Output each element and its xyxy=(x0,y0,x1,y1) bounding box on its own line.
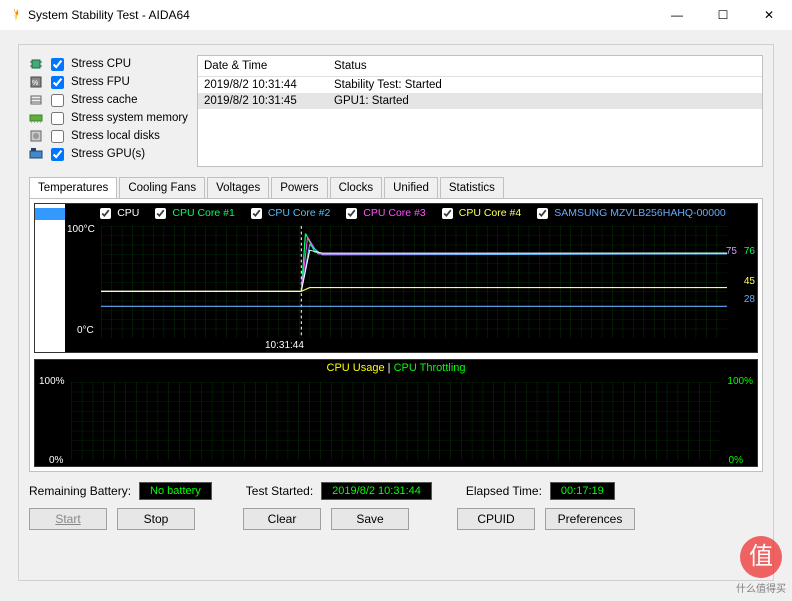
temperature-chart: CPU CPU Core #1 CPU Core #2 CPU Core #3 CPU … xyxy=(34,203,758,353)
u-right-top: 100% xyxy=(727,376,753,387)
minimize-button[interactable]: — xyxy=(654,0,700,30)
check-label: Stress system memory xyxy=(71,112,188,124)
maximize-button[interactable]: ☐ xyxy=(700,0,746,30)
event-status: GPU1: Started xyxy=(334,95,409,107)
close-button[interactable]: ✕ xyxy=(746,0,792,30)
disk-icon xyxy=(29,129,43,143)
event-dt: 2019/8/2 10:31:44 xyxy=(204,79,334,91)
event-header: Date & Time Status xyxy=(198,56,762,77)
reading-75: 75 xyxy=(726,246,737,257)
started-value: 2019/8/2 10:31:44 xyxy=(321,482,432,500)
started-label: Test Started: xyxy=(246,484,313,498)
check-stress-disks[interactable]: Stress local disks xyxy=(29,127,189,145)
temp-legend: CPU CPU Core #1 CPU Core #2 CPU Core #3 CPU … xyxy=(65,204,757,222)
tab-statistics[interactable]: Statistics xyxy=(440,177,504,198)
tab-temperatures[interactable]: Temperatures xyxy=(29,177,117,198)
legend-label: CPU Core #3 xyxy=(363,207,425,219)
check-label: Stress cache xyxy=(71,94,137,106)
legend-label: CPU xyxy=(117,207,139,219)
battery-value: No battery xyxy=(139,482,212,500)
main-frame: Stress CPU % Stress FPU Stress cache Str… xyxy=(18,44,774,581)
cpuid-button[interactable]: CPUID xyxy=(457,508,535,530)
check-stress-memory[interactable]: Stress system memory xyxy=(29,109,189,127)
event-log[interactable]: Date & Time Status 2019/8/2 10:31:44 Sta… xyxy=(197,55,763,167)
tab-body: CPU CPU Core #1 CPU Core #2 CPU Core #3 CPU … xyxy=(29,198,763,472)
legend-item[interactable]: CPU Core #4 xyxy=(438,205,521,222)
event-row[interactable]: 2019/8/2 10:31:45 GPU1: Started xyxy=(198,93,762,109)
u-left-bot: 0% xyxy=(49,455,63,466)
legend-label: CPU Core #1 xyxy=(172,207,234,219)
legend-label: CPU Core #4 xyxy=(459,207,521,219)
reading-45: 45 xyxy=(744,276,755,287)
clear-button[interactable]: Clear xyxy=(243,508,321,530)
reading-28: 28 xyxy=(744,294,755,305)
status-row: Remaining Battery: No battery Test Start… xyxy=(29,482,763,500)
check-stress-fpu[interactable]: % Stress FPU xyxy=(29,73,189,91)
legend-label: SAMSUNG MZVLB256HAHQ-00000 xyxy=(554,207,726,219)
tab-cooling-fans[interactable]: Cooling Fans xyxy=(119,177,205,198)
check-label: Stress local disks xyxy=(71,130,160,142)
start-button[interactable]: Start xyxy=(29,508,107,530)
stress-options: Stress CPU % Stress FPU Stress cache Str… xyxy=(29,55,189,167)
stop-button[interactable]: Stop xyxy=(117,508,195,530)
title-throttling: CPU Throttling xyxy=(394,362,466,374)
reading-76: 76 xyxy=(744,246,755,257)
watermark-text: 什么值得买 xyxy=(736,580,786,595)
gpu-icon xyxy=(29,147,43,161)
battery-label: Remaining Battery: xyxy=(29,484,131,498)
tab-voltages[interactable]: Voltages xyxy=(207,177,269,198)
watermark-badge: 值 xyxy=(740,536,782,578)
window-title: System Stability Test - AIDA64 xyxy=(28,8,190,22)
check-label: Stress GPU(s) xyxy=(71,148,145,160)
check-stress-cache[interactable]: Stress cache xyxy=(29,91,189,109)
legend-item[interactable]: CPU xyxy=(96,205,139,222)
tab-powers[interactable]: Powers xyxy=(271,177,327,198)
u-left-top: 100% xyxy=(39,376,65,387)
usage-title: CPU Usage | CPU Throttling xyxy=(35,360,757,376)
event-status: Stability Test: Started xyxy=(334,79,442,91)
check-label: Stress FPU xyxy=(71,76,130,88)
chart-tabs: Temperatures Cooling Fans Voltages Power… xyxy=(29,177,763,198)
y-min: 0°C xyxy=(77,325,94,336)
check-stress-cpu[interactable]: Stress CPU xyxy=(29,55,189,73)
y-max: 100°C xyxy=(67,224,95,235)
memory-icon xyxy=(29,111,43,125)
legend-item[interactable]: CPU Core #3 xyxy=(342,205,425,222)
elapsed-value: 00:17:19 xyxy=(550,482,615,500)
cache-icon xyxy=(29,93,43,107)
check-label: Stress CPU xyxy=(71,58,131,70)
elapsed-label: Elapsed Time: xyxy=(466,484,542,498)
save-button[interactable]: Save xyxy=(331,508,409,530)
sensor-list-bar[interactable] xyxy=(35,204,65,352)
col-status: Status xyxy=(334,60,367,72)
app-icon xyxy=(8,8,22,22)
usage-plot-svg xyxy=(71,382,721,460)
fpu-icon: % xyxy=(29,75,43,89)
watermark: 值 什么值得买 xyxy=(736,536,786,595)
tab-clocks[interactable]: Clocks xyxy=(330,177,383,198)
title-usage: CPU Usage xyxy=(327,362,385,374)
legend-label: CPU Core #2 xyxy=(268,207,330,219)
button-row: Start Stop Clear Save CPUID Preferences xyxy=(29,508,763,530)
check-stress-gpu[interactable]: Stress GPU(s) xyxy=(29,145,189,163)
cpu-usage-chart: CPU Usage | CPU Throttling 100% 0% 100% … xyxy=(34,359,758,467)
svg-text:%: % xyxy=(32,80,38,87)
event-dt: 2019/8/2 10:31:45 xyxy=(204,95,334,107)
legend-item[interactable]: SAMSUNG MZVLB256HAHQ-00000 xyxy=(533,205,726,222)
x-marker: 10:31:44 xyxy=(265,340,304,351)
cpu-icon xyxy=(29,57,43,71)
title-bar: System Stability Test - AIDA64 — ☐ ✕ xyxy=(0,0,792,30)
legend-item[interactable]: CPU Core #2 xyxy=(247,205,330,222)
tab-unified[interactable]: Unified xyxy=(384,177,438,198)
legend-item[interactable]: CPU Core #1 xyxy=(151,205,234,222)
u-right-bot: 0% xyxy=(729,455,743,466)
event-row[interactable]: 2019/8/2 10:31:44 Stability Test: Starte… xyxy=(198,77,762,93)
preferences-button[interactable]: Preferences xyxy=(545,508,635,530)
title-sep: | xyxy=(385,362,394,374)
col-datetime: Date & Time xyxy=(204,60,334,72)
temp-plot-svg xyxy=(101,226,727,338)
